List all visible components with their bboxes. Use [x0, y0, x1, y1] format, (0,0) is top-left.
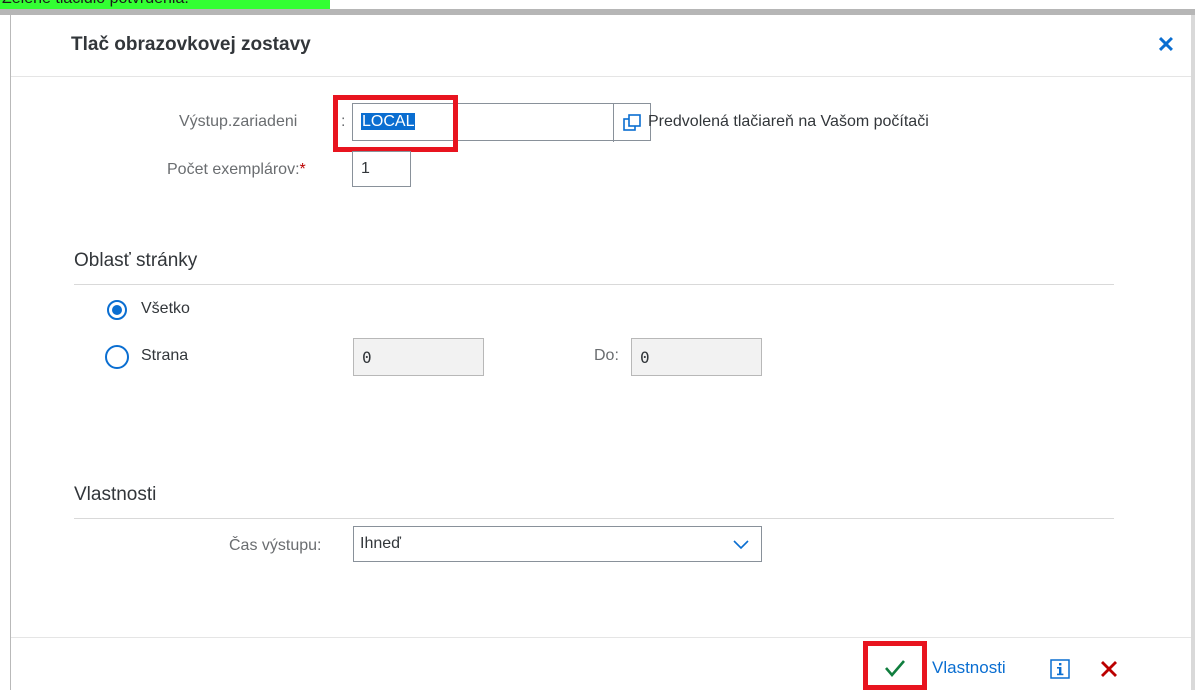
output-time-select[interactable]: Ihneď	[353, 526, 762, 562]
radio-page-label: Strana	[141, 347, 189, 364]
page-area-divider	[74, 284, 1114, 285]
header-divider	[11, 76, 1191, 77]
output-time-value: Ihneď	[360, 535, 401, 552]
copies-value: 1	[361, 160, 370, 177]
dialog-title: Tlač obrazovkovej zostavy	[71, 34, 311, 55]
copies-label-text: Počet exemplárov:	[167, 161, 300, 178]
cancel-icon[interactable]	[1096, 656, 1122, 682]
properties-divider	[74, 518, 1114, 519]
highlight-box-confirm	[863, 641, 927, 690]
caption-banner: Zelené tlačidlo potvrdenia.	[0, 0, 330, 9]
page-from-value: 0	[362, 348, 372, 367]
highlight-box-output	[333, 95, 458, 152]
required-marker: *	[299, 161, 306, 178]
page-area-title: Oblasť stránky	[74, 250, 198, 271]
output-device-label: Výstup.zariadeni	[179, 113, 298, 130]
chevron-down-icon[interactable]	[733, 537, 749, 556]
left-frame-edge	[0, 15, 11, 690]
radio-all[interactable]	[107, 300, 127, 320]
radio-page[interactable]	[105, 345, 129, 369]
close-icon[interactable]: ✕	[1154, 33, 1178, 57]
page-to-label: Do:	[594, 347, 619, 364]
page-to-value: 0	[640, 348, 650, 367]
page-from-input[interactable]: 0	[353, 338, 484, 376]
info-icon[interactable]	[1047, 656, 1073, 682]
page-to-input[interactable]: 0	[631, 338, 762, 376]
output-time-label: Čas výstupu:	[229, 537, 322, 554]
output-device-description: Predvolená tlačiareň na Vašom počítači	[648, 113, 929, 130]
value-help-icon[interactable]	[613, 104, 650, 142]
radio-all-label: Všetko	[141, 300, 190, 317]
caption-text: Zelené tlačidlo potvrdenia.	[2, 0, 189, 8]
properties-title: Vlastnosti	[74, 484, 157, 505]
dialog-footer	[11, 638, 1191, 690]
copies-label: Počet exemplárov:*	[167, 161, 306, 179]
copies-input[interactable]: 1	[352, 151, 411, 187]
right-frame-edge	[1191, 15, 1195, 690]
properties-link[interactable]: Vlastnosti	[932, 658, 1006, 678]
